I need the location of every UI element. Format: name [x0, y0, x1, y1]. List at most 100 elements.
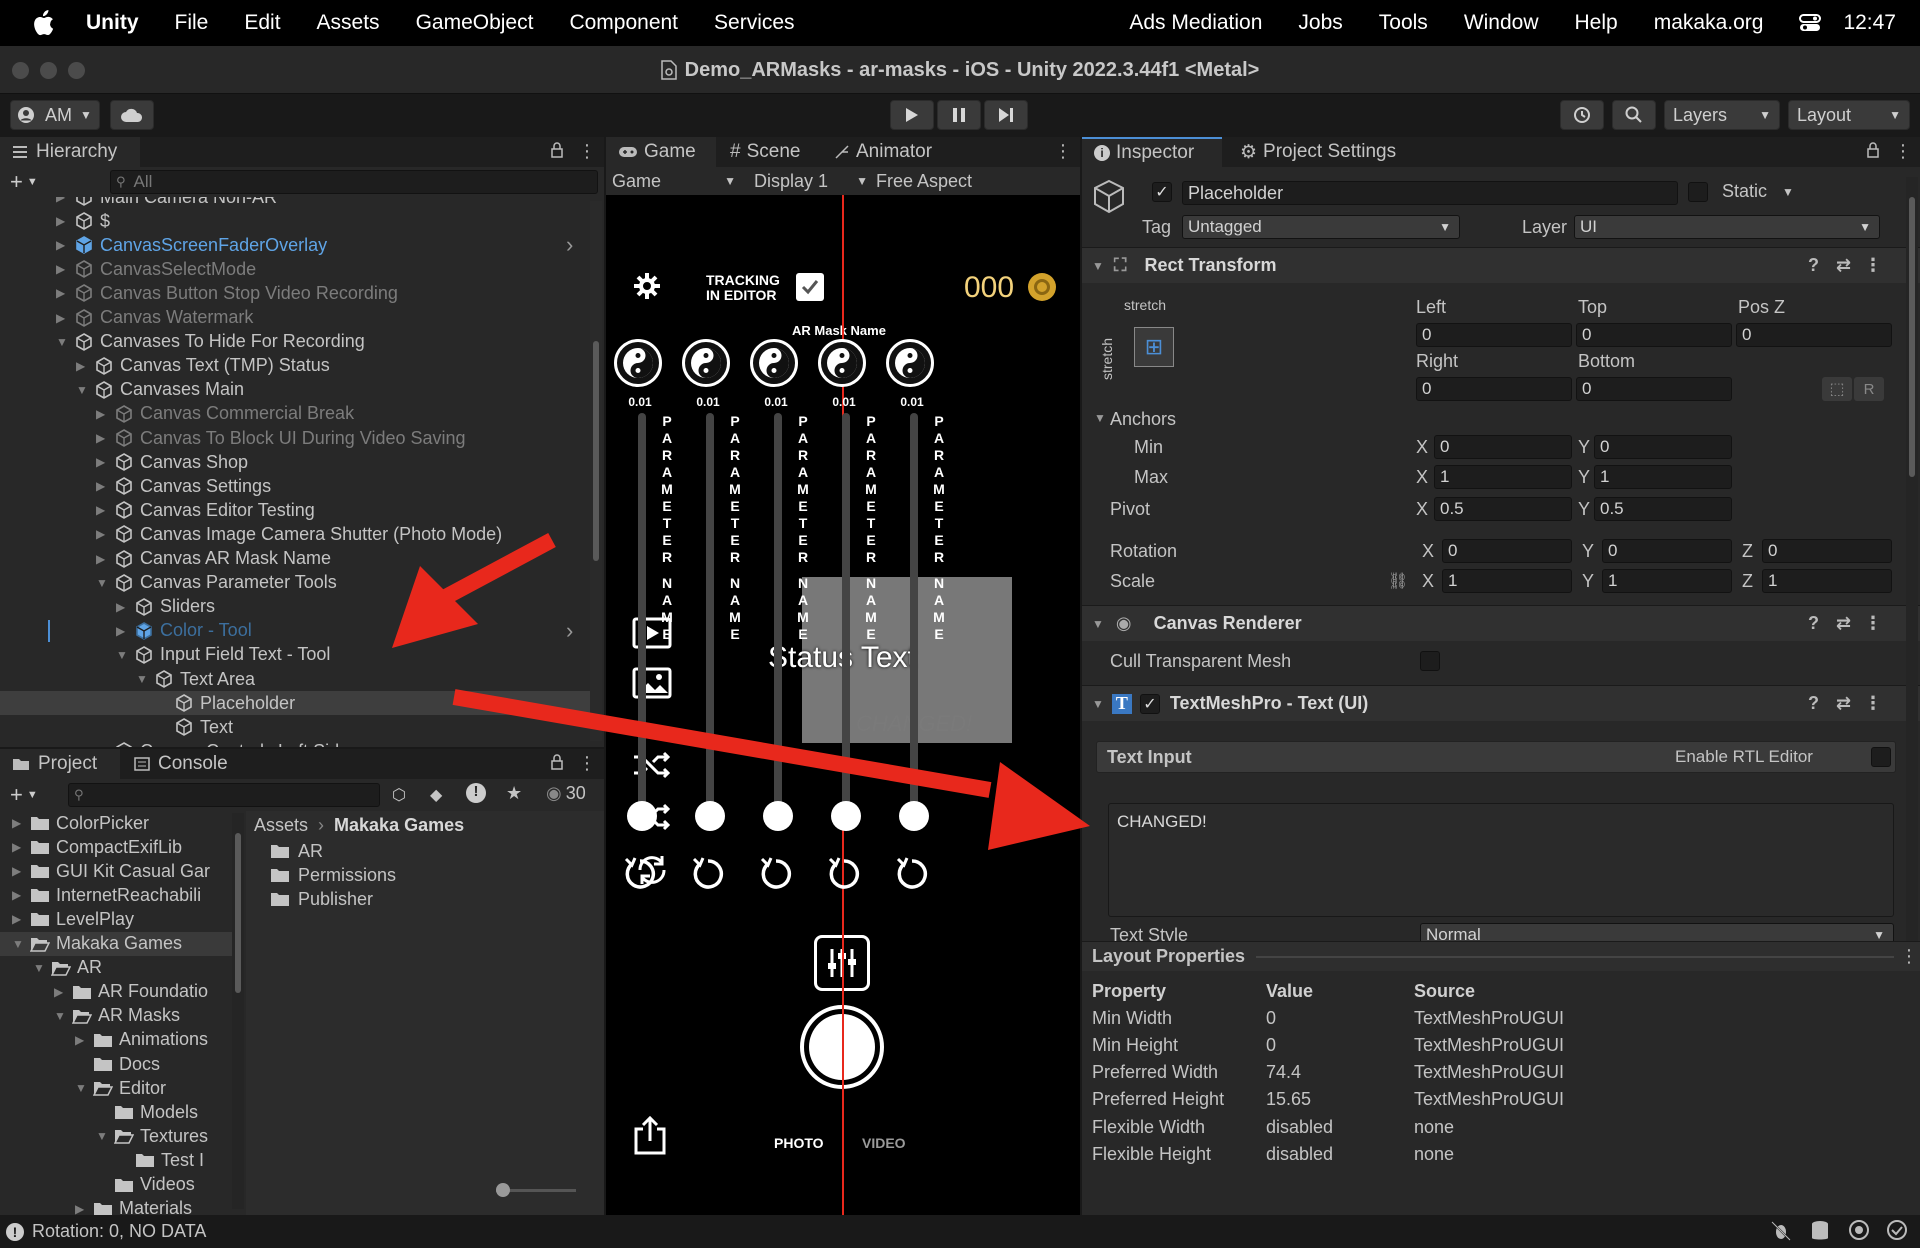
- hierarchy-item[interactable]: ▶ Main Camera Non-AR: [0, 197, 590, 209]
- canvas-renderer-header[interactable]: ▼ ◉ Canvas Renderer ? ⇄ ⋮: [1082, 605, 1920, 641]
- tag-dropdown[interactable]: Untagged ▼: [1182, 215, 1460, 239]
- project-folder-item[interactable]: ▼ Makaka Games: [0, 931, 232, 956]
- expand-triangle-right-icon[interactable]: ▶: [56, 238, 70, 252]
- ar-mask-button[interactable]: [682, 339, 730, 387]
- cloud-button[interactable]: [110, 100, 154, 130]
- parameter-slider-knob[interactable]: [763, 801, 793, 831]
- project-folder-item[interactable]: ▶ CompactExifLib: [0, 835, 232, 859]
- right-field[interactable]: 0: [1416, 377, 1572, 401]
- component-enabled-checkbox[interactable]: ✓: [1139, 693, 1160, 714]
- project-tree-scrollbar[interactable]: [232, 813, 244, 1209]
- expand-triangle-down-icon[interactable]: ▼: [54, 1009, 68, 1023]
- blueprint-mode-button[interactable]: ⬚: [1822, 377, 1852, 401]
- ar-mask-button[interactable]: [818, 339, 866, 387]
- expand-triangle-down-icon[interactable]: ▼: [12, 937, 26, 951]
- expand-triangle-right-icon[interactable]: ▶: [96, 527, 110, 541]
- project-folder-item[interactable]: ▶ Materials: [0, 1197, 232, 1215]
- menu-makaka[interactable]: makaka.org: [1654, 11, 1764, 35]
- tracking-checkbox[interactable]: [796, 273, 824, 301]
- lock-icon[interactable]: [550, 142, 564, 158]
- pivot-x[interactable]: 0.5: [1434, 497, 1572, 521]
- expand-triangle-down-icon[interactable]: ▼: [136, 672, 150, 686]
- parameter-slider-knob[interactable]: [831, 801, 861, 831]
- kebab-menu-icon[interactable]: ⋮: [1864, 255, 1882, 276]
- ar-mask-button[interactable]: [886, 339, 934, 387]
- hierarchy-item[interactable]: ▶ Canvas AR Mask Name: [0, 547, 590, 571]
- reset-parameter-button[interactable]: [894, 855, 930, 891]
- menu-assets[interactable]: Assets: [317, 11, 380, 35]
- aspect-dropdown[interactable]: Free Aspect: [876, 169, 1076, 193]
- video-mode-label[interactable]: VIDEO: [862, 1135, 906, 1151]
- scale-x[interactable]: 1: [1442, 569, 1572, 593]
- expand-triangle-right-icon[interactable]: ▶: [56, 311, 70, 325]
- hierarchy-item[interactable]: ▼ Input Field Text - Tool: [0, 643, 590, 667]
- expand-triangle-right-icon[interactable]: ▶: [75, 1202, 89, 1215]
- anchor-max-y[interactable]: 1: [1594, 465, 1732, 489]
- rotation-z[interactable]: 0: [1762, 539, 1892, 563]
- expand-triangle-right-icon[interactable]: ▶: [12, 840, 26, 854]
- scale-y[interactable]: 1: [1602, 569, 1732, 593]
- posz-field[interactable]: 0: [1736, 323, 1892, 347]
- hierarchy-item[interactable]: ▶ Canvas Text (TMP) Status: [0, 354, 590, 378]
- database-icon[interactable]: [1810, 1220, 1830, 1242]
- parameter-slider-track[interactable]: [774, 413, 782, 813]
- hierarchy-item[interactable]: ▶ Canvas To Block UI During Video Saving: [0, 426, 590, 450]
- expand-triangle-right-icon[interactable]: ▶: [116, 624, 130, 638]
- project-file-item[interactable]: Permissions: [270, 863, 590, 887]
- hierarchy-item[interactable]: ▶ Color - Tool ›: [0, 618, 590, 644]
- parameter-slider-track[interactable]: [706, 413, 714, 813]
- expand-triangle-right-icon[interactable]: ▶: [12, 864, 26, 878]
- tab-project-settings[interactable]: ⚙ Project Settings: [1228, 137, 1428, 167]
- expand-triangle-right-icon[interactable]: ▶: [56, 262, 70, 276]
- kebab-menu-icon[interactable]: ⋮: [1864, 613, 1882, 634]
- inspector-scrollbar[interactable]: [1906, 177, 1918, 957]
- kebab-menu-icon[interactable]: ⋮: [1864, 693, 1882, 714]
- project-folder-item[interactable]: Docs: [0, 1052, 232, 1076]
- add-icon[interactable]: +: [10, 782, 23, 808]
- expand-triangle-right-icon[interactable]: ▶: [56, 197, 70, 204]
- top-field[interactable]: 0: [1576, 323, 1732, 347]
- chevron-right-icon[interactable]: ›: [566, 618, 573, 644]
- expand-triangle-down-icon[interactable]: ▼: [96, 576, 110, 590]
- menu-help[interactable]: Help: [1575, 11, 1618, 35]
- expand-triangle-down-icon[interactable]: ▼: [116, 648, 130, 662]
- menu-gameobject[interactable]: GameObject: [416, 11, 534, 35]
- project-folder-item[interactable]: Videos: [0, 1173, 232, 1197]
- menu-ads-mediation[interactable]: Ads Mediation: [1129, 11, 1262, 35]
- project-folder-item[interactable]: ▼ AR: [0, 956, 232, 980]
- menu-tools[interactable]: Tools: [1379, 11, 1428, 35]
- layout-properties-header[interactable]: Layout Properties ⋮: [1082, 941, 1920, 971]
- expand-triangle-right-icon[interactable]: ▶: [96, 407, 110, 421]
- rotation-y[interactable]: 0: [1602, 539, 1732, 563]
- layout-dropdown[interactable]: Layout ▼: [1788, 100, 1910, 130]
- project-folder-item[interactable]: ▶ InternetReachabili: [0, 883, 232, 907]
- parameter-slider-knob[interactable]: [695, 801, 725, 831]
- progress-icon[interactable]: [1848, 1219, 1870, 1241]
- expand-triangle-right-icon[interactable]: ▶: [56, 286, 70, 300]
- cull-transparent-checkbox[interactable]: [1420, 651, 1440, 671]
- hierarchy-item[interactable]: ▶ Canvas Editor Testing: [0, 498, 590, 522]
- project-folder-item[interactable]: ▶ LevelPlay: [0, 907, 232, 931]
- project-folder-item[interactable]: ▶ AR Foundatio: [0, 980, 232, 1004]
- expand-triangle-right-icon[interactable]: ▶: [12, 888, 26, 902]
- collapse-triangle-icon[interactable]: ▼: [1094, 411, 1106, 425]
- tab-game[interactable]: Game: [606, 137, 716, 167]
- hierarchy-item[interactable]: ▶ Sliders: [0, 595, 590, 619]
- object-name-field[interactable]: Placeholder: [1182, 181, 1678, 205]
- scale-z[interactable]: 1: [1762, 569, 1892, 593]
- hierarchy-item[interactable]: ▶ Canvas Button Stop Video Recording: [0, 281, 590, 305]
- constrain-proportions-icon[interactable]: ⛓: [1388, 571, 1408, 591]
- expand-triangle-right-icon[interactable]: ▶: [54, 985, 68, 999]
- project-file-item[interactable]: AR: [270, 839, 590, 863]
- project-folder-item[interactable]: Test I: [0, 1148, 232, 1172]
- favorite-star-icon[interactable]: ★: [506, 783, 522, 804]
- layers-dropdown[interactable]: Layers ▼: [1664, 100, 1780, 130]
- pivot-y[interactable]: 0.5: [1594, 497, 1732, 521]
- expand-triangle-right-icon[interactable]: ▶: [96, 455, 110, 469]
- parameter-slider-track[interactable]: [910, 413, 918, 813]
- preset-icon[interactable]: ⇄: [1836, 255, 1851, 276]
- hierarchy-scrollbar[interactable]: [590, 201, 602, 741]
- tab-project[interactable]: Project: [0, 749, 120, 779]
- active-checkbox[interactable]: ✓: [1152, 182, 1172, 202]
- expand-triangle-down-icon[interactable]: ▼: [76, 383, 90, 397]
